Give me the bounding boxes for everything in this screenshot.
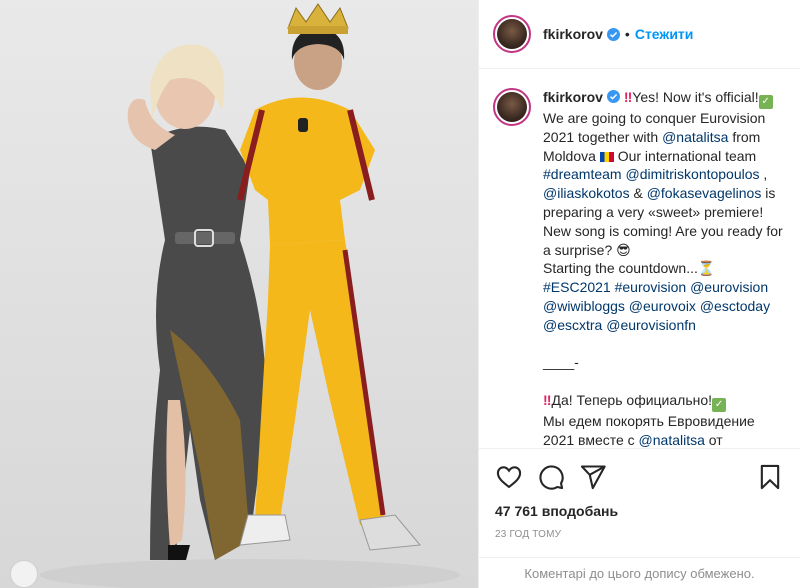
check-mark-icon: ✓ — [758, 95, 773, 109]
post-photo-illustration — [40, 3, 460, 588]
post-side-panel: fkirkorov • Стежити fkirkorov ‼Yes! Now … — [478, 0, 800, 588]
likes-count[interactable]: 47 761 вподобань — [495, 503, 784, 519]
caption-line1: Yes! Now it's official! — [632, 89, 759, 105]
ru-check-mark-icon: ✓ — [712, 397, 727, 412]
comments-limited-notice: Коментарі до цього допису обмежено. — [479, 557, 800, 588]
caption-amp: & — [629, 185, 647, 202]
mention-natalitsa[interactable]: @natalitsa — [662, 129, 728, 145]
like-heart-icon[interactable] — [495, 463, 523, 491]
caption-avatar[interactable] — [493, 88, 531, 126]
username-link[interactable]: fkirkorov — [543, 26, 603, 42]
moldova-flag-icon — [599, 151, 614, 162]
caption-ru-line2b: от — [704, 431, 723, 448]
caption-ru-line1: Да! Теперь официально! — [551, 391, 713, 408]
avatar[interactable] — [493, 15, 531, 53]
caption-divider: ____- — [543, 354, 579, 371]
caption-verified-icon — [606, 90, 620, 103]
caption-hashtags[interactable]: #ESC2021 #eurovision @eurovision @wiwibl… — [543, 279, 774, 333]
sunglasses-emoji-icon: 😎 — [616, 241, 631, 258]
comment-bubble-icon[interactable] — [537, 463, 565, 491]
verified-badge-icon — [606, 27, 620, 41]
caption-line5: Starting the countdown... — [543, 260, 698, 277]
double-exclamation-icon: ‼ — [623, 89, 633, 105]
hourglass-icon: ⏳ — [697, 260, 716, 277]
caption-line3: Our international team — [613, 147, 761, 164]
mention-fokas[interactable]: @fokasevagelinos — [647, 185, 762, 201]
caption-username[interactable]: fkirkorov — [543, 89, 603, 105]
hashtag-dreamteam[interactable]: #dreamteam — [543, 166, 622, 182]
post-timestamp[interactable]: 23 год тому — [495, 529, 784, 540]
separator-dot: • — [624, 26, 630, 42]
follow-button[interactable]: Стежити — [635, 26, 694, 42]
post-header: fkirkorov • Стежити — [479, 0, 800, 69]
mention-dimitris[interactable]: @dimitriskontopoulos — [625, 166, 759, 182]
caption-area: fkirkorov ‼Yes! Now it's official! ✓ We a… — [479, 70, 800, 448]
action-icon-row — [495, 463, 784, 491]
save-bookmark-icon[interactable] — [756, 463, 784, 491]
ru-mention-natalitsa[interactable]: @natalitsa — [639, 432, 705, 448]
post-photo[interactable] — [0, 0, 478, 588]
caption-comma: , — [759, 166, 772, 183]
carousel-indicator[interactable] — [10, 560, 38, 588]
mention-ilias[interactable]: @iliaskokotos — [543, 185, 630, 201]
caption-text: fkirkorov ‼Yes! Now it's official! ✓ We a… — [543, 88, 784, 448]
post-actions: 47 761 вподобань 23 год тому Коментарі д… — [479, 448, 800, 588]
share-send-icon[interactable] — [579, 463, 607, 491]
